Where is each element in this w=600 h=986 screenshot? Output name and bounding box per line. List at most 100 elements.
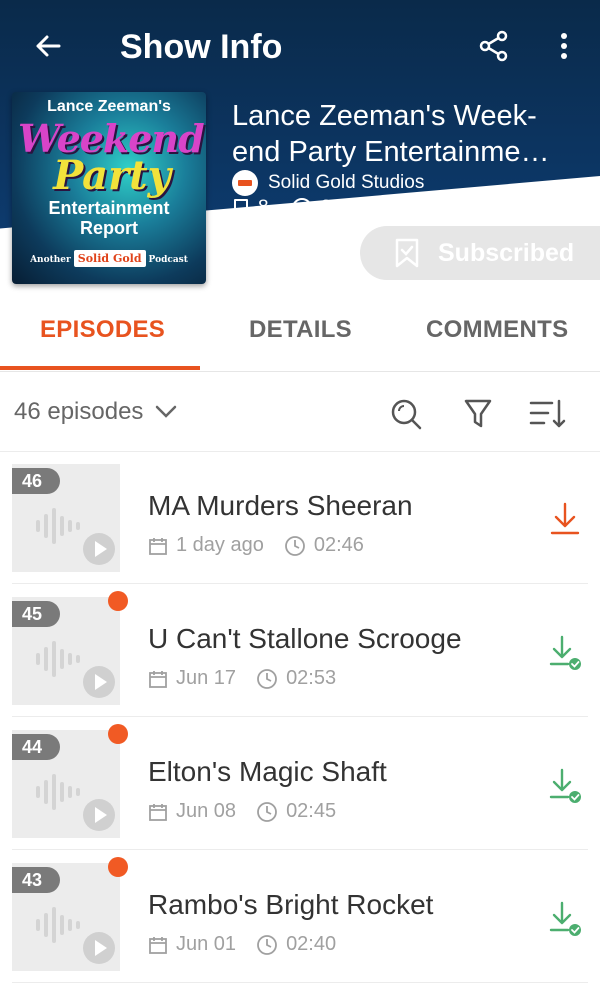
episode-duration-text: 02:46 bbox=[313, 534, 364, 556]
episode-thumbnail: 46 bbox=[12, 464, 120, 572]
calendar-icon bbox=[149, 803, 167, 821]
episode-date-text: 1 day ago bbox=[176, 534, 264, 556]
episode-meta: 1 day ago 02:46 bbox=[148, 534, 384, 557]
sort-button[interactable] bbox=[528, 394, 568, 434]
more-options-button[interactable] bbox=[544, 22, 584, 70]
bookmark-check-icon bbox=[395, 238, 419, 268]
episode-thumbnail: 45 bbox=[12, 597, 120, 705]
download-button[interactable] bbox=[548, 633, 584, 673]
clock-icon bbox=[284, 535, 305, 556]
top-app-bar: Show Info bbox=[0, 0, 600, 96]
cover-report-text: Report bbox=[80, 218, 138, 238]
tab-details[interactable]: DETAILS bbox=[249, 316, 352, 344]
episode-row[interactable]: 45 U Can't Stallone Scrooge Jun 17 02:53 bbox=[12, 585, 588, 717]
studio-link[interactable]: Solid Gold Studios bbox=[232, 170, 424, 196]
arrow-left-icon bbox=[36, 35, 61, 57]
episode-title: Rambo's Bright Rocket bbox=[148, 889, 434, 920]
cover-subtitle: Entertainment Report bbox=[12, 198, 206, 238]
download-button[interactable] bbox=[548, 500, 584, 540]
episode-meta: Jun 17 02:53 bbox=[148, 667, 356, 690]
episode-thumbnail: 44 bbox=[12, 730, 120, 838]
search-icon bbox=[391, 399, 422, 430]
share-button[interactable] bbox=[470, 22, 518, 70]
cover-footer-brand: Solid Gold bbox=[73, 250, 146, 267]
episode-duration: 02:53 bbox=[256, 667, 336, 690]
search-episodes-button[interactable] bbox=[386, 394, 426, 434]
active-tab-indicator bbox=[0, 366, 200, 370]
play-count-value: 201 bbox=[320, 197, 353, 218]
calendar-icon bbox=[149, 670, 167, 688]
cover-party-text: Party bbox=[53, 152, 171, 199]
play-icon[interactable] bbox=[82, 665, 116, 699]
episode-number-badge: 44 bbox=[12, 734, 60, 760]
episode-count-dropdown[interactable]: 46 episodes bbox=[14, 398, 177, 426]
new-episode-dot bbox=[108, 857, 128, 877]
tab-bar: EPISODES DETAILS COMMENTS bbox=[0, 300, 600, 372]
episode-duration: 02:46 bbox=[284, 534, 364, 557]
episode-number-badge: 45 bbox=[12, 601, 60, 627]
share-icon bbox=[479, 30, 508, 62]
tab-episodes[interactable]: EPISODES bbox=[40, 316, 165, 344]
bookmark-icon bbox=[234, 199, 248, 217]
episode-duration: 02:45 bbox=[256, 800, 336, 823]
episode-thumbnail: 43 bbox=[12, 863, 120, 971]
new-episode-dot bbox=[108, 724, 128, 744]
download-button[interactable] bbox=[548, 899, 584, 939]
filter-icon bbox=[464, 399, 492, 428]
download-icon bbox=[550, 502, 580, 535]
chevron-down-icon bbox=[156, 405, 177, 418]
studio-logo bbox=[232, 170, 258, 196]
episode-row[interactable]: 43 Rambo's Bright Rocket Jun 01 02:40 bbox=[12, 851, 588, 983]
subscribe-button[interactable]: Subscribed bbox=[360, 226, 600, 280]
episode-date-text: Jun 17 bbox=[176, 667, 237, 689]
studio-name: Solid Gold Studios bbox=[268, 172, 425, 193]
cover-footer: Another Solid Gold Podcast bbox=[12, 250, 206, 267]
episode-title: Elton's Magic Shaft bbox=[148, 756, 387, 787]
tab-comments[interactable]: COMMENTS bbox=[426, 316, 568, 344]
episode-meta: Jun 08 02:45 bbox=[148, 800, 356, 823]
episode-toolbar: 46 episodes bbox=[0, 380, 600, 452]
show-stats: 8 201 bbox=[232, 197, 374, 219]
episode-row[interactable]: 44 Elton's Magic Shaft Jun 08 02:45 bbox=[12, 718, 588, 850]
episode-title: MA Murders Sheeran bbox=[148, 490, 413, 521]
episode-date: Jun 17 bbox=[148, 667, 236, 690]
calendar-icon bbox=[149, 537, 167, 555]
play-icon[interactable] bbox=[82, 798, 116, 832]
episode-meta: Jun 01 02:40 bbox=[148, 933, 356, 956]
cover-entertainment-text: Entertainment bbox=[48, 198, 170, 218]
episode-date-text: Jun 01 bbox=[176, 933, 237, 955]
episode-date: Jun 01 bbox=[148, 933, 236, 956]
cover-footer-left: Another bbox=[30, 255, 71, 265]
clock-icon bbox=[257, 934, 277, 955]
show-title: Lance Zeeman's Week-end Party Entertainm… bbox=[232, 100, 550, 168]
subscribe-label: Subscribed bbox=[438, 238, 575, 267]
back-button[interactable] bbox=[24, 22, 72, 70]
clock-icon bbox=[257, 668, 277, 689]
episode-number-badge: 43 bbox=[12, 867, 60, 893]
podcast-cover-art: Lance Zeeman's Weekend Party Entertainme… bbox=[12, 92, 206, 284]
downloaded-check-icon bbox=[549, 768, 581, 803]
play-count: 201 bbox=[291, 197, 353, 219]
episode-duration-text: 02:45 bbox=[286, 800, 337, 822]
episode-row[interactable]: 46 MA Murders Sheeran 1 day ago 02:46 bbox=[12, 452, 588, 584]
more-vertical-icon bbox=[561, 33, 567, 59]
subscriber-count: 8 bbox=[232, 197, 269, 219]
episode-title: U Can't Stallone Scrooge bbox=[148, 623, 462, 654]
play-icon[interactable] bbox=[82, 931, 116, 965]
downloaded-check-icon bbox=[549, 901, 581, 936]
episode-date-text: Jun 08 bbox=[176, 800, 237, 822]
filter-button[interactable] bbox=[458, 394, 498, 434]
cover-host-text: Lance Zeeman's bbox=[47, 98, 171, 115]
episode-number-badge: 46 bbox=[12, 468, 60, 494]
episode-duration: 02:40 bbox=[256, 933, 336, 956]
episode-duration-text: 02:53 bbox=[286, 667, 337, 689]
episode-count-label: 46 episodes bbox=[14, 398, 144, 425]
downloaded-check-icon bbox=[549, 635, 581, 670]
cover-footer-right: Podcast bbox=[148, 255, 188, 265]
new-episode-dot bbox=[108, 591, 128, 611]
calendar-icon bbox=[149, 936, 167, 954]
episode-date: Jun 08 bbox=[148, 800, 236, 823]
download-button[interactable] bbox=[548, 766, 584, 806]
play-icon[interactable] bbox=[82, 532, 116, 566]
episode-duration-text: 02:40 bbox=[286, 933, 337, 955]
